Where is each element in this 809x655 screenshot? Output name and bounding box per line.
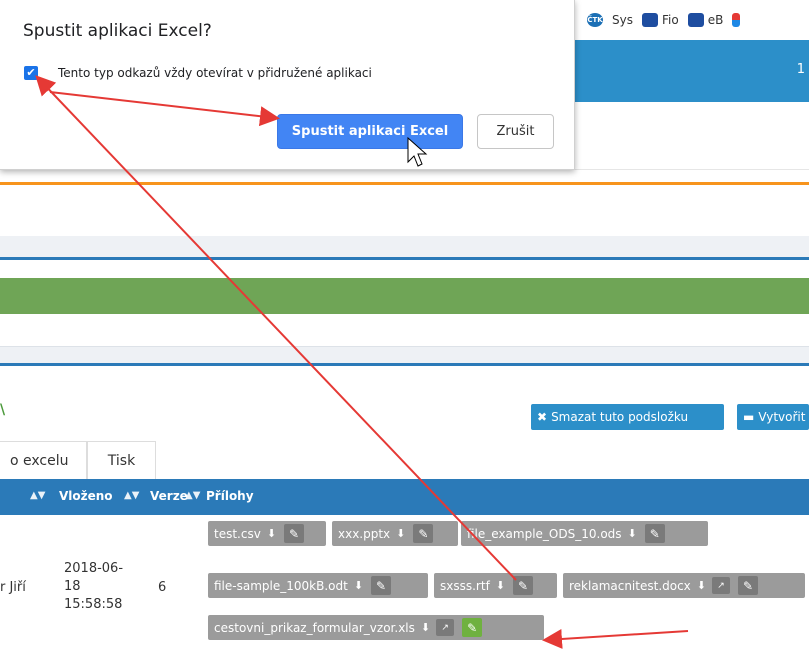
delete-subfolder-label: Smazat tuto podsložku (551, 410, 689, 424)
always-open-checkbox[interactable]: ✔ (24, 66, 38, 80)
column-header-version[interactable]: Verze (150, 489, 188, 503)
sort-icon[interactable]: ▲▼ (30, 490, 45, 501)
attachment[interactable]: cestovni_prikaz_formular_vzor.xls ⬇ ↗ ✎ (208, 615, 544, 640)
create-folder-label: Vytvořit (758, 410, 806, 424)
create-folder-button[interactable]: ▬ Vytvořit (737, 404, 809, 430)
launch-excel-dialog: Spustit aplikaci Excel? ✔ Tento typ odka… (0, 0, 575, 170)
cell-author: r Jiří (0, 580, 26, 595)
pencil-icon[interactable]: ✎ (462, 618, 483, 637)
ctk-icon: ČTK (587, 13, 603, 27)
download-icon[interactable]: ⬇ (354, 579, 363, 592)
attachment[interactable]: test.csv ⬇ ✎ (208, 521, 326, 546)
attachment-name[interactable]: xxx.pptx (338, 527, 390, 541)
fio-icon (641, 13, 658, 27)
bookmark-icon[interactable] (732, 13, 741, 27)
attachment-name[interactable]: sxsss.rtf (440, 579, 490, 593)
launch-excel-button[interactable]: Spustit aplikaci Excel (277, 114, 463, 149)
cell-version: 6 (158, 580, 167, 595)
cell-time: 15:58:58 (64, 597, 123, 612)
green-bar (0, 278, 809, 314)
download-icon[interactable]: ⬇ (421, 621, 430, 634)
tab-print[interactable]: Tisk (87, 441, 156, 479)
folder-icon-fragment: \ (0, 402, 6, 418)
external-link-icon[interactable]: ↗ (436, 619, 455, 636)
attachment[interactable]: file-sample_100kB.odt ⬇ ✎ (208, 573, 428, 598)
cell-date: 2018-06-18 (64, 561, 124, 594)
fio-icon (687, 13, 704, 27)
attachment-name[interactable]: file-sample_100kB.odt (214, 579, 348, 593)
app-header: 1 (575, 40, 809, 102)
cell-inserted: 2018-06-18 15:58:58 (64, 560, 134, 614)
pencil-icon[interactable]: ✎ (513, 576, 534, 595)
dialog-title: Spustit aplikaci Excel? (23, 21, 212, 41)
pencil-icon[interactable]: ✎ (284, 524, 305, 543)
attachment[interactable]: file_example_ODS_10.ods ⬇ ✎ (461, 521, 708, 546)
header-number: 1 (796, 62, 805, 77)
attachment-name[interactable]: test.csv (214, 527, 261, 541)
pencil-icon[interactable]: ✎ (644, 524, 665, 543)
cancel-button[interactable]: Zrušit (477, 114, 554, 149)
sort-icon[interactable]: ▲▼ (185, 490, 200, 501)
download-icon[interactable]: ⬇ (697, 579, 706, 592)
attachment[interactable]: xxx.pptx ⬇ ✎ (332, 521, 458, 546)
bookmarks-bar: ČTK Sys Fio eB (575, 0, 809, 40)
always-open-label[interactable]: Tento typ odkazů vždy otevírat v přidruž… (58, 66, 372, 80)
bookmark-sys[interactable]: Sys (612, 13, 633, 27)
tabs: o excelu Tisk (0, 441, 156, 479)
bookmark-label: Sys (612, 13, 633, 27)
bookmark-label: eB (707, 13, 724, 27)
attachment-name[interactable]: file_example_ODS_10.ods (467, 527, 622, 541)
download-icon[interactable]: ⬇ (396, 527, 405, 540)
orange-divider (0, 182, 809, 185)
bookmark-ctk[interactable]: ČTK (587, 13, 603, 27)
attachment-name[interactable]: cestovni_prikaz_formular_vzor.xls (214, 621, 415, 635)
download-icon[interactable]: ⬇ (267, 527, 276, 540)
table-body: r Jiří 2018-06-18 15:58:58 6 test.csv ⬇ … (0, 515, 809, 655)
attachment[interactable]: reklamacnitest.docx ⬇ ↗ ✎ (563, 573, 805, 598)
pencil-icon[interactable]: ✎ (413, 524, 434, 543)
download-icon[interactable]: ⬇ (496, 579, 505, 592)
external-link-icon[interactable]: ↗ (712, 577, 731, 594)
column-header-inserted[interactable]: Vloženo (59, 489, 113, 503)
delete-subfolder-button[interactable]: ✖ Smazat tuto podsložku (531, 404, 724, 430)
tab-export-excel[interactable]: o excelu (0, 441, 87, 479)
pencil-icon[interactable]: ✎ (738, 576, 759, 595)
folder-open-icon: ▬ (743, 410, 755, 424)
header-subbar (575, 102, 809, 170)
toolbar-strip-2 (0, 346, 809, 366)
column-header-attachments[interactable]: Přílohy (206, 489, 254, 503)
bookmark-eb[interactable]: eB (687, 13, 724, 27)
download-icon[interactable]: ⬇ (628, 527, 637, 540)
close-icon: ✖ (537, 410, 548, 424)
bookmark-fio[interactable]: Fio (641, 13, 679, 27)
sort-icon[interactable]: ▲▼ (124, 490, 139, 501)
toolbar-strip (0, 236, 809, 260)
table-header: ▲▼ Vloženo ▲▼ Verze ▲▼ Přílohy (0, 479, 809, 515)
attachment[interactable]: sxsss.rtf ⬇ ✎ (434, 573, 557, 598)
bookmark-label: Fio (661, 13, 679, 27)
pencil-icon[interactable]: ✎ (371, 576, 392, 595)
attachment-name[interactable]: reklamacnitest.docx (569, 579, 691, 593)
